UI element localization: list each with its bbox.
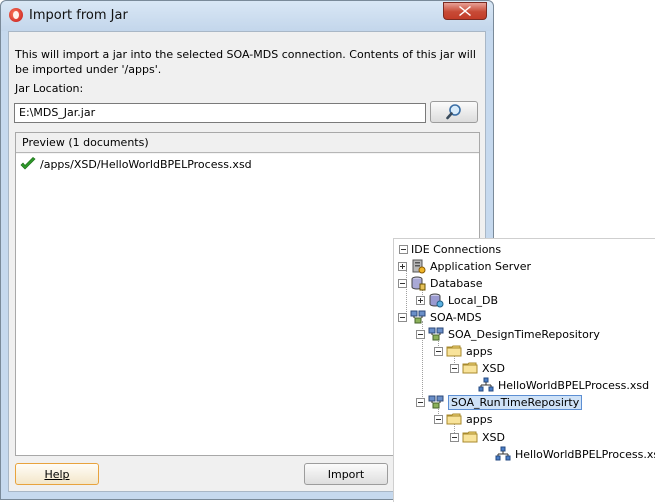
- tree-node-helloworld-xsd[interactable]: HelloWorldBPELProcess.xsd: [495, 446, 655, 462]
- tree-node-label: XSD: [482, 430, 505, 444]
- collapse-toggle[interactable]: [450, 432, 459, 442]
- ide-connections-header[interactable]: IDE Connections: [399, 241, 501, 257]
- tree-node-label: XSD: [482, 361, 505, 375]
- mds-repository-icon: [428, 326, 444, 342]
- search-icon: [446, 104, 461, 120]
- folder-icon: [462, 429, 478, 445]
- collapse-toggle[interactable]: [434, 414, 443, 424]
- oracle-app-icon: [9, 8, 23, 22]
- preview-header: Preview (1 documents): [16, 133, 479, 153]
- tree-node-apps[interactable]: apps: [434, 411, 492, 427]
- preview-item-path: /apps/XSD/HelloWorldBPELProcess.xsd: [40, 157, 252, 171]
- collapse-toggle[interactable]: [416, 397, 425, 407]
- help-button[interactable]: Help: [15, 463, 99, 485]
- list-item[interactable]: /apps/XSD/HelloWorldBPELProcess.xsd: [20, 157, 252, 171]
- dialog-title: Import from Jar: [29, 8, 128, 23]
- tree-node-soa-designtime-repository[interactable]: SOA_DesignTimeRepository: [416, 326, 600, 342]
- tree-node-xsd[interactable]: XSD: [450, 429, 505, 445]
- tree-node-application-server[interactable]: Application Server: [398, 258, 531, 274]
- folder-icon: [446, 411, 462, 427]
- xsd-file-icon: [478, 377, 494, 393]
- collapse-toggle[interactable]: [399, 244, 408, 254]
- folder-icon: [462, 360, 478, 376]
- close-button[interactable]: [443, 2, 487, 20]
- import-button-label: Import: [327, 467, 365, 481]
- folder-icon: [446, 343, 462, 359]
- collapse-toggle[interactable]: [416, 329, 425, 339]
- application-server-icon: [410, 258, 426, 274]
- expand-toggle[interactable]: [416, 295, 425, 305]
- tree-node-label-selected: SOA_RunTimeReposirty: [448, 394, 583, 410]
- title-bar: Import from Jar: [1, 1, 493, 31]
- checkmark-icon: [20, 157, 36, 170]
- ide-connections-panel: IDE Connections Application Server Datab…: [393, 238, 655, 502]
- tree-node-label: Application Server: [430, 259, 532, 273]
- dialog-description: This will import a jar into the selected…: [15, 48, 476, 76]
- tree-node-apps[interactable]: apps: [434, 343, 492, 359]
- tree-node-label: Local_DB: [448, 293, 499, 307]
- tree-node-database[interactable]: Database: [398, 275, 483, 291]
- tree-node-soa-runtime-reposirty[interactable]: SOA_RunTimeReposirty: [416, 394, 583, 410]
- collapse-toggle[interactable]: [398, 278, 407, 288]
- database-connection-icon: [428, 292, 444, 308]
- jar-location-input[interactable]: E:\MDS_Jar.jar: [14, 103, 426, 123]
- browse-button[interactable]: [430, 101, 478, 123]
- tree-node-local-db[interactable]: Local_DB: [416, 292, 498, 308]
- tree-node-xsd[interactable]: XSD: [450, 360, 505, 376]
- tree-node-helloworld-xsd[interactable]: HelloWorldBPELProcess.xsd: [478, 377, 649, 393]
- jar-location-label: Jar Location:: [15, 82, 84, 95]
- tree-node-label: HelloWorldBPELProcess.xsd: [515, 447, 655, 461]
- import-button[interactable]: Import: [304, 463, 388, 485]
- tree-node-label: apps: [466, 344, 493, 358]
- collapse-toggle[interactable]: [434, 346, 443, 356]
- collapse-toggle[interactable]: [398, 312, 407, 322]
- close-icon: [459, 6, 471, 16]
- tree-node-label: HelloWorldBPELProcess.xsd: [498, 378, 650, 392]
- tree-node-soa-mds[interactable]: SOA-MDS: [398, 309, 482, 325]
- tree-node-label: apps: [466, 412, 493, 426]
- ide-connections-title: IDE Connections: [411, 242, 502, 256]
- soa-mds-icon: [410, 309, 426, 325]
- tree-node-label: SOA_DesignTimeRepository: [448, 327, 600, 341]
- mds-repository-icon: [428, 394, 444, 410]
- expand-toggle[interactable]: [398, 261, 407, 271]
- tree-node-label: SOA-MDS: [430, 310, 482, 324]
- tree-node-label: Database: [430, 276, 483, 290]
- collapse-toggle[interactable]: [450, 363, 459, 373]
- xsd-file-icon: [495, 446, 511, 462]
- database-icon: [410, 275, 426, 291]
- help-button-label: Help: [44, 467, 70, 481]
